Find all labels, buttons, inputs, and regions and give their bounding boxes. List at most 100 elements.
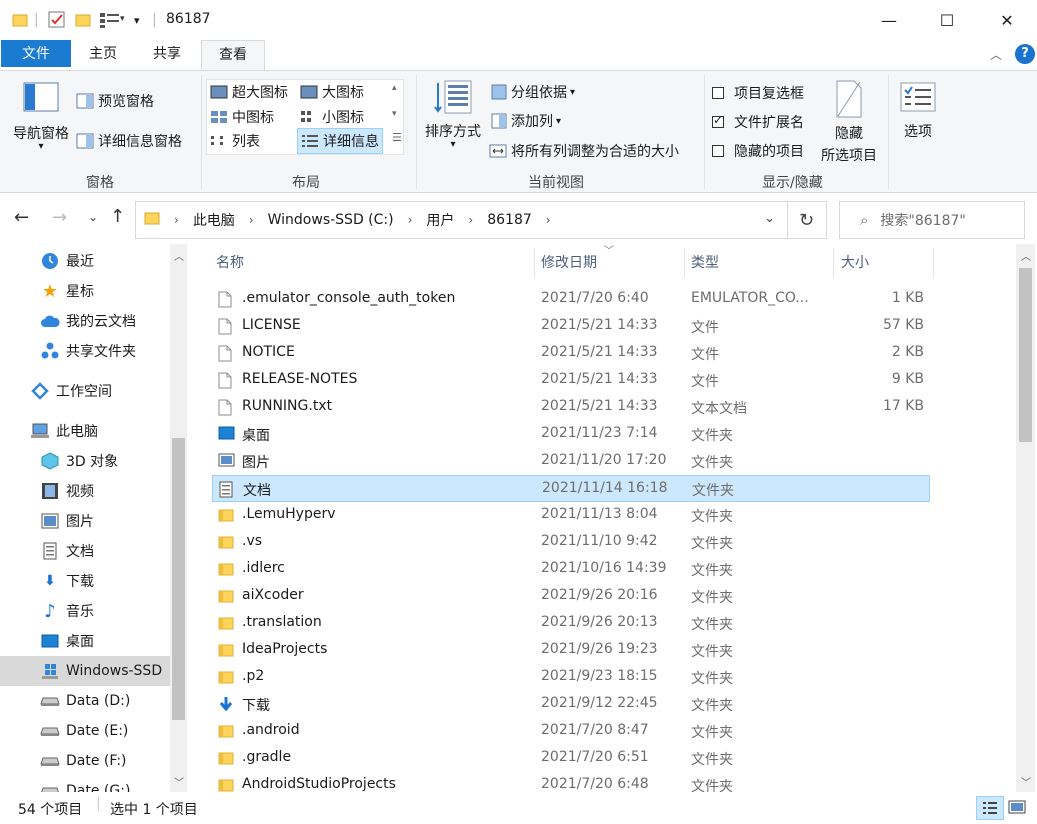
sort-by-button[interactable]: 排序方式 ▾ — [422, 79, 484, 150]
back-arrow-icon[interactable]: ← — [14, 207, 29, 228]
scroll-up-icon[interactable]: ︿ — [1021, 248, 1031, 263]
scroll-down-icon[interactable]: ﹀ — [174, 774, 184, 789]
search-input[interactable]: 搜索"86187" — [880, 210, 965, 230]
layout-details[interactable]: 详细信息 — [297, 128, 383, 154]
file-row[interactable]: AndroidStudioProjects 2021/7/20 6:48 文件夹 — [212, 772, 930, 792]
hide-selected-button[interactable]: 隐藏 所选项目 — [818, 79, 880, 165]
file-row[interactable]: .emulator_console_auth_token 2021/7/20 6:… — [212, 286, 930, 313]
file-row[interactable]: 图片 2021/11/20 17:20 文件夹 — [212, 448, 930, 475]
column-header-type[interactable]: 类型 — [691, 244, 719, 282]
tab-view[interactable]: 查看 — [201, 40, 265, 71]
forward-arrow-icon[interactable]: → — [52, 207, 67, 228]
properties-icon[interactable] — [48, 9, 66, 31]
address-bar[interactable]: › 此电脑 › Windows-SSD (C:) › 用户 › 86187 › … — [135, 201, 788, 239]
search-box[interactable]: ⌕ 搜索"86187" — [839, 201, 1025, 239]
sidebar-item-windows-ssd[interactable]: Windows-SSD — [0, 656, 170, 686]
file-row[interactable]: .gradle 2021/7/20 6:51 文件夹 — [212, 745, 930, 772]
layout-medium-icons[interactable]: 中图标 — [210, 107, 274, 127]
sidebar-item-starred[interactable]: ★ 星标 — [0, 276, 170, 306]
close-button[interactable]: ✕ — [984, 0, 1030, 40]
collapse-ribbon-icon[interactable]: ︿ — [990, 46, 1002, 63]
sidebar-item-workspace[interactable]: 工作空间 — [0, 376, 170, 406]
preview-pane-button[interactable]: 预览窗格 — [76, 91, 154, 111]
column-header-size[interactable]: 大小 — [841, 244, 869, 282]
file-row[interactable]: .translation 2021/9/26 20:13 文件夹 — [212, 610, 930, 637]
breadcrumb-this-pc[interactable]: 此电脑 — [193, 210, 235, 230]
scrollbar-thumb[interactable] — [172, 438, 185, 720]
scroll-down-icon[interactable]: ﹀ — [1021, 774, 1031, 789]
layout-large-icons[interactable]: 大图标 — [300, 82, 364, 102]
file-row[interactable]: .idlerc 2021/10/16 14:39 文件夹 — [212, 556, 930, 583]
divider[interactable] — [684, 248, 685, 278]
tab-share[interactable]: 共享 — [138, 40, 196, 68]
layout-extra-large-icons[interactable]: 超大图标 — [210, 82, 288, 102]
file-row[interactable]: 文档 2021/11/14 16:18 文件夹 — [212, 475, 930, 502]
sidebar-item-drive-d[interactable]: Data (D:) — [0, 686, 170, 716]
file-row[interactable]: RUNNING.txt 2021/5/21 14:33 文本文档 17 KB — [212, 394, 930, 421]
file-row[interactable]: NOTICE 2021/5/21 14:33 文件 2 KB — [212, 340, 930, 367]
customize-toolbar-icon[interactable]: ▾ — [134, 9, 140, 31]
divider[interactable] — [833, 248, 834, 278]
refresh-icon[interactable]: ↻ — [787, 201, 827, 239]
sidebar-item-desktop[interactable]: 桌面 — [0, 626, 170, 656]
divider[interactable] — [534, 248, 535, 278]
more-layouts-icon[interactable]: ☰ — [392, 131, 402, 144]
sidebar-item-drive-e[interactable]: Date (E:) — [0, 716, 170, 746]
scroll-down-icon[interactable]: ▾ — [392, 109, 397, 119]
help-icon[interactable]: ? — [1015, 44, 1035, 64]
item-checkboxes-checkbox[interactable] — [712, 87, 724, 99]
tab-file[interactable]: 文件 — [1, 40, 71, 67]
sidebar-item-downloads[interactable]: ⬇ 下载 — [0, 566, 170, 596]
breadcrumb-drive-c[interactable]: Windows-SSD (C:) — [268, 212, 394, 228]
file-row[interactable]: LICENSE 2021/5/21 14:33 文件 57 KB — [212, 313, 930, 340]
file-row[interactable]: IdeaProjects 2021/9/26 19:23 文件夹 — [212, 637, 930, 664]
divider[interactable] — [933, 248, 934, 278]
layout-small-icons[interactable]: 小图标 — [300, 107, 364, 127]
column-header-date[interactable]: 修改日期 — [541, 244, 597, 282]
sidebar-item-shared-folder[interactable]: 共享文件夹 — [0, 336, 170, 366]
scrollbar-thumb[interactable] — [1019, 268, 1032, 442]
hidden-items-toggle[interactable]: 隐藏的项目 — [712, 141, 804, 161]
minimize-button[interactable]: — — [866, 0, 912, 40]
sidebar-item-this-pc[interactable]: 此电脑 — [0, 416, 170, 446]
breadcrumb-users[interactable]: 用户 — [426, 210, 454, 230]
file-row[interactable]: .LemuHyperv 2021/11/13 8:04 文件夹 — [212, 502, 930, 529]
maximize-button[interactable]: ☐ — [924, 0, 970, 40]
sidebar-scrollbar[interactable]: ︿ ﹀ — [170, 244, 187, 792]
sidebar-item-drive-g[interactable]: Date (G:) — [0, 776, 170, 792]
view-icon[interactable]: ▾ — [99, 9, 127, 31]
column-header-name[interactable]: 名称 — [216, 244, 244, 282]
file-list-scrollbar[interactable]: ︿ ﹀ — [1016, 244, 1035, 792]
sidebar-item-3d-objects[interactable]: 3D 对象 — [0, 446, 170, 476]
group-by-button[interactable]: 分组依据 ▾ — [491, 82, 575, 102]
layout-list[interactable]: 列表 — [210, 131, 260, 151]
file-row[interactable]: .p2 2021/9/23 18:15 文件夹 — [212, 664, 930, 691]
scroll-up-icon[interactable]: ︿ — [174, 248, 184, 263]
file-row[interactable]: aiXcoder 2021/9/26 20:16 文件夹 — [212, 583, 930, 610]
file-row[interactable]: 桌面 2021/11/23 7:14 文件夹 — [212, 421, 930, 448]
file-extensions-toggle[interactable]: 文件扩展名 — [712, 112, 804, 132]
recent-locations-icon[interactable]: ⌄ — [88, 210, 98, 224]
add-column-button[interactable]: 添加列 ▾ — [491, 111, 561, 131]
sidebar-item-recent[interactable]: 最近 — [0, 246, 170, 276]
file-row[interactable]: 下载 2021/9/12 22:45 文件夹 — [212, 691, 930, 718]
sidebar-item-pictures[interactable]: 图片 — [0, 506, 170, 536]
sidebar-item-drive-f[interactable]: Date (F:) — [0, 746, 170, 776]
options-button[interactable]: 选项 — [896, 81, 940, 141]
nav-pane-button[interactable]: 导航窗格 ▾ — [10, 81, 72, 152]
address-history-icon[interactable]: ⌄ — [764, 211, 775, 226]
file-row[interactable]: .android 2021/7/20 8:47 文件夹 — [212, 718, 930, 745]
sidebar-item-documents[interactable]: 文档 — [0, 536, 170, 566]
file-row[interactable]: .vs 2021/11/10 9:42 文件夹 — [212, 529, 930, 556]
large-icons-view-toggle[interactable] — [1008, 800, 1026, 818]
details-pane-button[interactable]: 详细信息窗格 — [76, 131, 182, 151]
scroll-up-icon[interactable]: ▴ — [392, 83, 397, 93]
file-extensions-checkbox[interactable] — [712, 113, 724, 128]
details-view-toggle[interactable] — [976, 796, 1004, 820]
sidebar-item-videos[interactable]: 视频 — [0, 476, 170, 506]
fit-columns-button[interactable]: 将所有列调整为合适的大小 — [489, 141, 679, 161]
breadcrumb-user-folder[interactable]: 86187 — [487, 212, 532, 228]
hidden-items-checkbox[interactable] — [712, 145, 724, 157]
new-folder-icon[interactable] — [75, 9, 91, 31]
file-row[interactable]: RELEASE-NOTES 2021/5/21 14:33 文件 9 KB — [212, 367, 930, 394]
